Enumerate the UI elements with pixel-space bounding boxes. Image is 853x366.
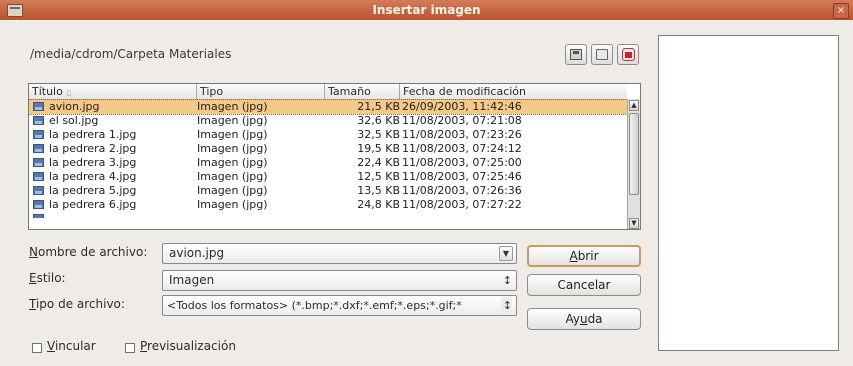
arrow-up-icon: ▲ bbox=[631, 101, 637, 109]
image-file-icon bbox=[33, 158, 44, 167]
title-bar[interactable]: Insertar imagen × bbox=[0, 0, 853, 20]
column-header-title[interactable]: Título ▯ bbox=[29, 84, 197, 99]
sort-icon: ▯ bbox=[66, 88, 72, 97]
link-checkbox[interactable] bbox=[32, 343, 42, 353]
file-date: 11/08/2003, 07:23:26 bbox=[402, 128, 522, 141]
file-date: 11/08/2003, 07:25:46 bbox=[402, 170, 522, 183]
file-name: la pedrera 3.jpg bbox=[49, 156, 137, 169]
list-item[interactable]: la pedrera 6.jpg Imagen (jpg) 24,8 KB 11… bbox=[29, 198, 627, 212]
file-type: Imagen (jpg) bbox=[197, 156, 268, 169]
column-header-type[interactable]: Tipo bbox=[197, 84, 325, 99]
dropdown-arrow-icon[interactable]: ▼ bbox=[499, 246, 513, 261]
up-folder-icon bbox=[570, 49, 582, 60]
up-folder-button[interactable] bbox=[565, 44, 587, 65]
scrollbar-thumb[interactable] bbox=[629, 113, 639, 195]
file-date: 11/08/2003, 07:26:36 bbox=[402, 184, 522, 197]
link-checkbox-label[interactable]: Vincular bbox=[47, 339, 96, 353]
help-button[interactable]: Ayuda bbox=[527, 308, 641, 330]
file-size: 32,6 KB bbox=[357, 114, 400, 127]
file-type: Imagen (jpg) bbox=[197, 184, 268, 197]
cancel-button[interactable]: Cancelar bbox=[527, 274, 641, 296]
file-size: 22,4 KB bbox=[357, 156, 400, 169]
image-file-icon bbox=[33, 214, 44, 218]
new-folder-icon bbox=[596, 49, 608, 60]
close-button[interactable]: × bbox=[833, 3, 849, 19]
image-file-icon bbox=[33, 172, 44, 181]
column-header-size[interactable]: Tamaño bbox=[325, 84, 400, 99]
file-size: 12,5 KB bbox=[357, 170, 400, 183]
window-title: Insertar imagen bbox=[372, 3, 481, 17]
arrow-down-icon: ▼ bbox=[631, 219, 637, 227]
filename-input-value[interactable]: avion.jpg bbox=[169, 244, 224, 263]
current-path: /media/cdrom/Carpeta Materiales bbox=[30, 47, 232, 61]
scroll-down-button[interactable]: ▼ bbox=[629, 218, 639, 229]
list-item[interactable]: la pedrera 1.jpg Imagen (jpg) 32,5 KB 11… bbox=[29, 128, 627, 142]
list-item[interactable]: avion.jpg Imagen (jpg) 21,5 KB 26/09/200… bbox=[29, 99, 628, 115]
list-item[interactable]: la pedrera 3.jpg Imagen (jpg) 22,4 KB 11… bbox=[29, 156, 627, 170]
filetype-label: Tipo de archivo: bbox=[29, 297, 125, 311]
file-list[interactable]: Título ▯ Tipo Tamaño Fecha de modificació… bbox=[28, 83, 641, 230]
file-size: 32,5 KB bbox=[357, 128, 400, 141]
file-date: 11/08/2003, 07:24:12 bbox=[402, 142, 522, 155]
list-item-partial bbox=[29, 212, 627, 218]
file-size: 19,5 KB bbox=[357, 142, 400, 155]
preview-checkbox-label[interactable]: Previsualización bbox=[140, 339, 236, 353]
image-file-icon bbox=[33, 186, 44, 195]
file-name: la pedrera 4.jpg bbox=[49, 170, 137, 183]
file-name: el sol.jpg bbox=[49, 114, 99, 127]
filename-label: Nombre de archivo: bbox=[29, 245, 148, 259]
filetype-select[interactable]: <Todos los formatos> (*.bmp;*.dxf;*.emf;… bbox=[162, 295, 517, 316]
list-item[interactable]: la pedrera 2.jpg Imagen (jpg) 19,5 KB 11… bbox=[29, 142, 627, 156]
file-name: la pedrera 5.jpg bbox=[49, 184, 137, 197]
filetype-select-value: <Todos los formatos> (*.bmp;*.dxf;*.emf;… bbox=[167, 299, 462, 312]
file-date: 11/08/2003, 07:27:22 bbox=[402, 198, 522, 211]
file-type: Imagen (jpg) bbox=[197, 114, 268, 127]
file-type: Imagen (jpg) bbox=[197, 142, 268, 155]
file-type: Imagen (jpg) bbox=[197, 198, 268, 211]
style-label: Estilo: bbox=[29, 271, 66, 285]
style-select-value: Imagen bbox=[169, 273, 215, 287]
image-preview-pane bbox=[658, 35, 839, 351]
scroll-up-button[interactable]: ▲ bbox=[629, 100, 639, 111]
list-item[interactable]: la pedrera 5.jpg Imagen (jpg) 13,5 KB 11… bbox=[29, 184, 627, 198]
file-type: Imagen (jpg) bbox=[197, 100, 268, 113]
home-button[interactable] bbox=[617, 44, 639, 65]
filename-combobox[interactable]: avion.jpg ▼ bbox=[162, 243, 517, 264]
style-select[interactable]: Imagen ↕ bbox=[162, 270, 517, 291]
select-updown-icon: ↕ bbox=[500, 297, 512, 314]
vertical-scrollbar[interactable]: ▲ ▼ bbox=[627, 99, 640, 229]
file-name: avion.jpg bbox=[49, 100, 100, 113]
file-date: 26/09/2003, 11:42:46 bbox=[402, 100, 522, 113]
file-name: la pedrera 6.jpg bbox=[49, 198, 137, 211]
image-file-icon bbox=[33, 144, 44, 153]
image-file-icon bbox=[33, 102, 44, 111]
file-date: 11/08/2003, 07:21:08 bbox=[402, 114, 522, 127]
image-file-icon bbox=[33, 130, 44, 139]
file-size: 13,5 KB bbox=[357, 184, 400, 197]
preview-checkbox[interactable] bbox=[125, 343, 135, 353]
image-file-icon bbox=[33, 116, 44, 125]
file-date: 11/08/2003, 07:25:00 bbox=[402, 156, 522, 169]
new-folder-button[interactable] bbox=[591, 44, 613, 65]
column-header-date[interactable]: Fecha de modificación bbox=[400, 84, 627, 99]
file-list-header: Título ▯ Tipo Tamaño Fecha de modificació… bbox=[29, 84, 627, 100]
file-size: 24,8 KB bbox=[357, 198, 400, 211]
open-button[interactable]: Abrir bbox=[527, 245, 641, 267]
file-type: Imagen (jpg) bbox=[197, 170, 268, 183]
file-type: Imagen (jpg) bbox=[197, 128, 268, 141]
file-name: la pedrera 1.jpg bbox=[49, 128, 137, 141]
list-item[interactable]: la pedrera 4.jpg Imagen (jpg) 12,5 KB 11… bbox=[29, 170, 627, 184]
file-name: la pedrera 2.jpg bbox=[49, 142, 137, 155]
select-updown-icon: ↕ bbox=[502, 274, 512, 287]
image-file-icon bbox=[33, 200, 44, 209]
file-size: 21,5 KB bbox=[357, 100, 400, 113]
home-icon bbox=[622, 48, 635, 61]
list-item[interactable]: el sol.jpg Imagen (jpg) 32,6 KB 11/08/20… bbox=[29, 114, 627, 128]
